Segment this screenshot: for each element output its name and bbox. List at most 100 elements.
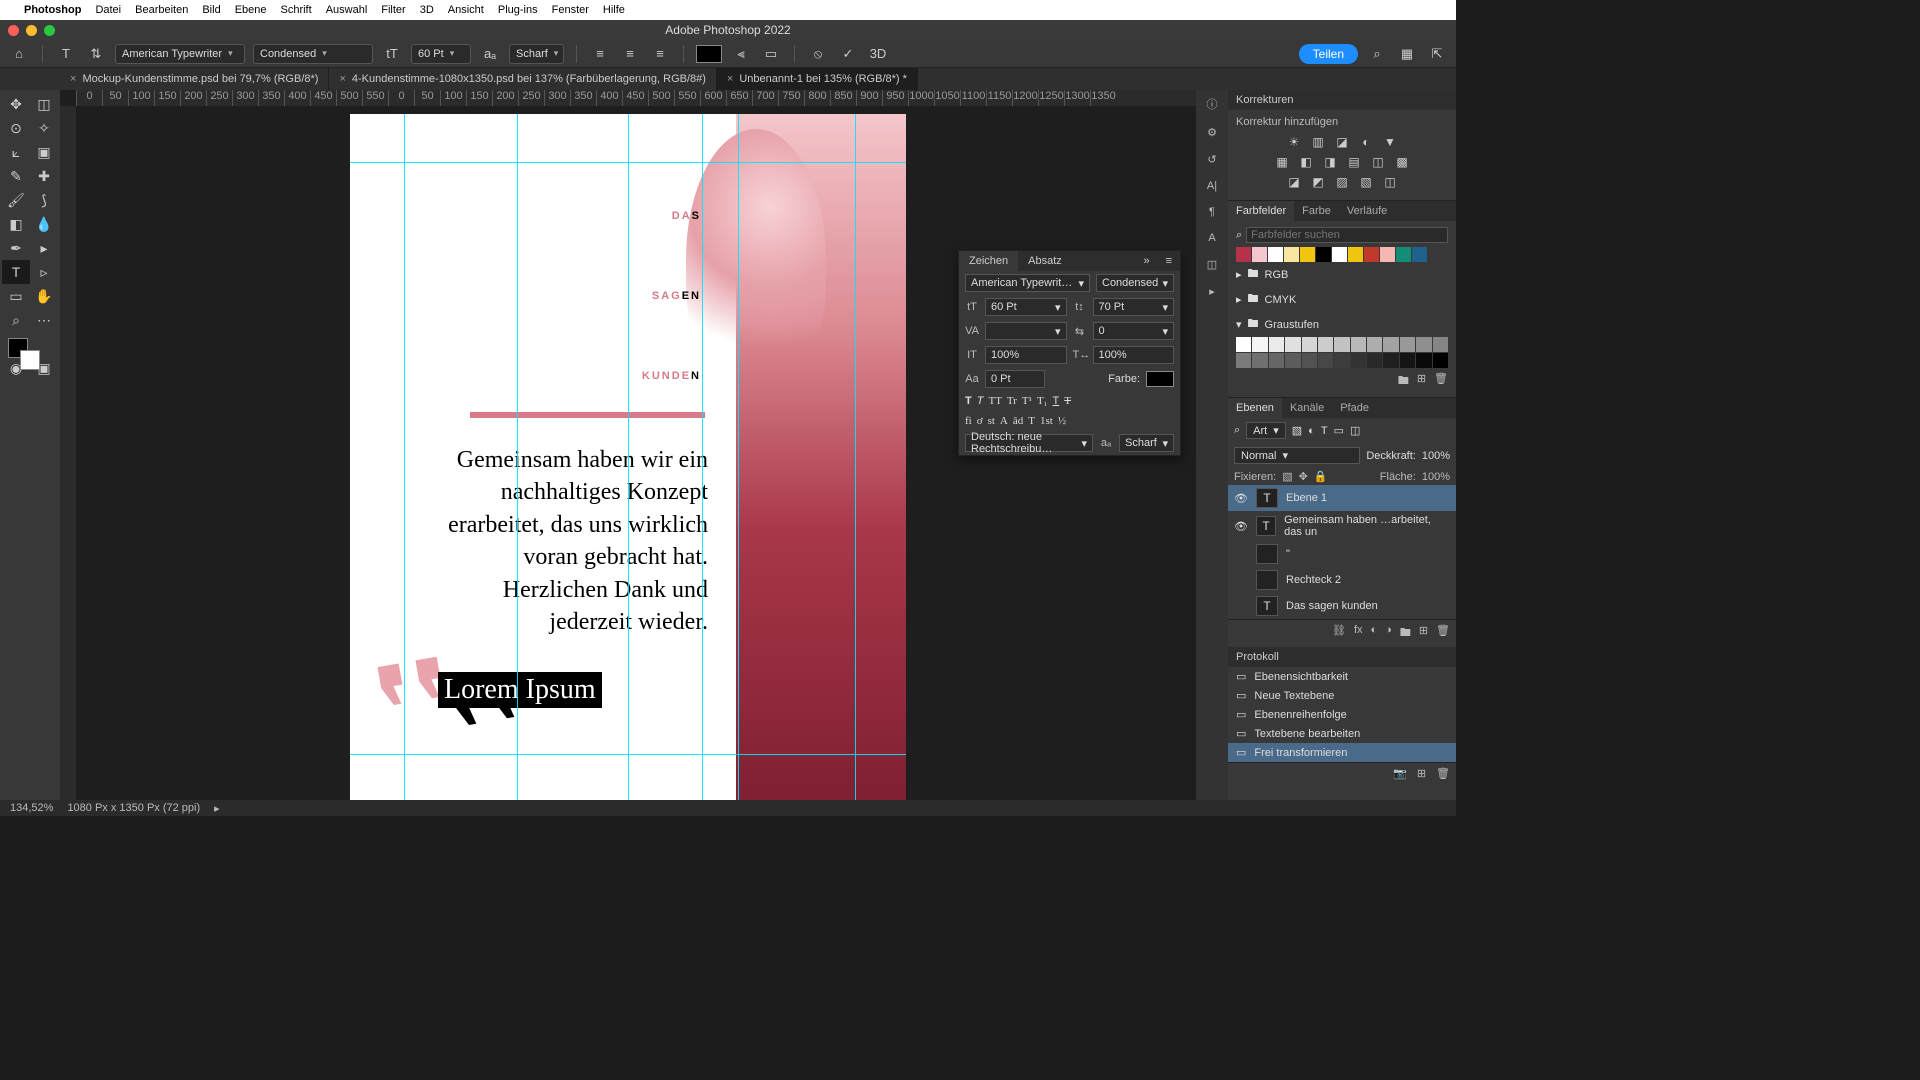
doc-tab[interactable]: ×4-Kundenstimme-1080x1350.psd bei 137% (… (329, 68, 716, 90)
ruler-horizontal[interactable]: 0501001502002503003504004505005500501001… (76, 90, 1196, 106)
gray-swatches[interactable] (1236, 337, 1448, 368)
trash-icon[interactable]: 🗑 (1434, 372, 1448, 391)
swatch-folder[interactable]: ▸🖿CMYK (1236, 287, 1448, 312)
history-list[interactable]: ▭Ebenensichtbarkeit▭Neue Textebene▭Ebene… (1228, 667, 1456, 762)
adjustment-icons-row[interactable]: ☀▥◪◐▼ (1236, 134, 1448, 150)
panel-korrekturen-title[interactable]: Korrekturen (1228, 90, 1456, 110)
commit-icon[interactable]: ✓ (837, 43, 859, 65)
menu-fenster[interactable]: Fenster (552, 4, 589, 16)
panel-leading[interactable]: 70 Pt▾ (1093, 298, 1175, 316)
close-tab-icon[interactable]: × (70, 73, 76, 85)
mask-icon[interactable]: ◐ (1371, 624, 1378, 643)
path-select-icon[interactable]: ▸ (30, 236, 58, 260)
delete-layer-icon[interactable]: 🗑 (1436, 624, 1450, 643)
panel-vscale[interactable]: 100% (985, 346, 1067, 364)
workspace-icon[interactable]: ▦ (1396, 43, 1418, 65)
warp-text-icon[interactable]: ⫷ (730, 43, 752, 65)
menu-auswahl[interactable]: Auswahl (326, 4, 368, 16)
home-icon[interactable]: ⌂ (8, 43, 30, 65)
styles-icon[interactable]: ◫ (1207, 258, 1217, 271)
fill-value[interactable]: 100% (1422, 471, 1450, 483)
filter-pixlayer-icon[interactable]: ▧ (1292, 424, 1302, 437)
guide[interactable] (702, 114, 703, 800)
swatch[interactable] (1252, 247, 1267, 262)
swatch-row[interactable] (1236, 247, 1448, 262)
visibility-icon[interactable]: 👁 (1234, 492, 1248, 505)
mac-menubar[interactable]: Photoshop Datei Bearbeiten Bild Ebene Sc… (0, 0, 1456, 20)
adjustment-icons-row[interactable]: ▦◧◨▤◫▩ (1236, 154, 1448, 170)
artboard-tool-icon[interactable]: ◫ (30, 92, 58, 116)
info-icon[interactable]: ⓘ (1207, 96, 1218, 112)
guide[interactable] (855, 114, 856, 800)
link-icon[interactable]: ⛓ (1332, 624, 1346, 643)
blend-mode-select[interactable]: Normal▾ (1234, 447, 1360, 464)
guide[interactable] (517, 114, 518, 800)
traffic-lights[interactable] (8, 25, 55, 36)
3d-icon[interactable]: 3D (867, 43, 889, 65)
blur-tool-icon[interactable]: 💧 (30, 212, 58, 236)
layer-row[interactable]: " (1228, 541, 1456, 567)
lock-pixels-icon[interactable]: ▧ (1282, 470, 1292, 483)
type-style-buttons[interactable]: TTTTTrT¹T₁TT (959, 391, 1180, 411)
char-icon[interactable]: A| (1207, 180, 1217, 192)
panel-font-style[interactable]: Condensed▾ (1096, 274, 1174, 292)
close-tab-icon[interactable]: × (339, 73, 345, 85)
history-item[interactable]: ▭Textebene bearbeiten (1228, 724, 1456, 743)
canvas[interactable]: 0501001502002503003504004505005500501001… (60, 90, 1196, 800)
layers-list[interactable]: 👁TEbene 1👁TGemeinsam haben …arbeitet, da… (1228, 485, 1456, 619)
direct-select-icon[interactable]: ▹ (30, 260, 58, 284)
close-icon[interactable] (8, 25, 19, 36)
fg-bg-swatch[interactable] (2, 336, 58, 372)
para-icon[interactable]: ¶ (1209, 206, 1215, 218)
eyedropper-tool-icon[interactable]: ✎ (2, 164, 30, 188)
tab-zeichen[interactable]: Zeichen (959, 251, 1018, 271)
opentype-buttons[interactable]: fiơstAādT1st½ (959, 411, 1180, 431)
panel-menu-icon[interactable]: ≡ (1158, 251, 1180, 271)
menu-plugins[interactable]: Plug-ins (498, 4, 538, 16)
export-icon[interactable]: ⇱ (1426, 43, 1448, 65)
zoom-icon[interactable] (44, 25, 55, 36)
lasso-tool-icon[interactable]: ⊙ (2, 116, 30, 140)
heal-tool-icon[interactable]: ✚ (30, 164, 58, 188)
text-color-swatch[interactable] (696, 45, 722, 63)
layer-row[interactable]: 👁TGemeinsam haben …arbeitet, das un (1228, 511, 1456, 541)
lock-all-icon[interactable]: 🔒 (1314, 470, 1328, 483)
tab-ebenen[interactable]: Ebenen (1228, 398, 1282, 418)
layer-row[interactable]: Rechteck 2 (1228, 567, 1456, 593)
hand-tool-icon[interactable]: ✋ (30, 284, 58, 308)
panel-text-color[interactable] (1146, 371, 1174, 387)
history-icon[interactable]: ↺ (1207, 153, 1216, 166)
panel-font-family[interactable]: American Typewrit…▾ (965, 274, 1090, 292)
character-panel-icon[interactable]: ▭ (760, 43, 782, 65)
swatch[interactable] (1332, 247, 1347, 262)
document[interactable]: DAS SAGEN KUNDEN Gemeinsam haben wir ein… (350, 114, 906, 800)
guide[interactable] (350, 162, 906, 163)
app-name[interactable]: Photoshop (24, 4, 81, 16)
adjust-icon[interactable]: ⚙ (1207, 126, 1217, 139)
filter-type-icon[interactable]: T (1321, 425, 1328, 437)
type-tool-icon[interactable]: T (55, 43, 77, 65)
frame-tool-icon[interactable]: ▣ (30, 140, 58, 164)
options-icon[interactable]: ⋯ (30, 308, 58, 332)
new-folder-icon[interactable]: 🖿 (1398, 372, 1409, 391)
guide[interactable] (628, 114, 629, 800)
new-swatch-icon[interactable]: ⊞ (1417, 372, 1426, 391)
menu-schrift[interactable]: Schrift (281, 4, 312, 16)
swatch[interactable] (1364, 247, 1379, 262)
panel-antialias[interactable]: Scharf▾ (1119, 434, 1174, 452)
zoom-tool-icon[interactable]: ⌕ (2, 308, 30, 332)
character-panel[interactable]: Zeichen Absatz » ≡ American Typewrit…▾ C… (958, 250, 1181, 456)
crop-tool-icon[interactable]: ⟀ (2, 140, 30, 164)
wand-tool-icon[interactable]: ✧ (30, 116, 58, 140)
fx-icon[interactable]: fx (1354, 624, 1363, 643)
panel-language[interactable]: Deutsch: neue Rechtschreibu…▾ (965, 434, 1093, 452)
panel-protokoll-title[interactable]: Protokoll (1228, 647, 1456, 667)
menu-ansicht[interactable]: Ansicht (448, 4, 484, 16)
tab-kanale[interactable]: Kanäle (1282, 398, 1332, 418)
history-item[interactable]: ▭Frei transformieren (1228, 743, 1456, 762)
new-doc-icon[interactable]: ⊞ (1417, 767, 1426, 780)
guide[interactable] (404, 114, 405, 800)
zoom-level[interactable]: 134,52% (10, 802, 53, 814)
adjustment-icons-row[interactable]: ◪◩▨▧◫ (1236, 174, 1448, 190)
menu-hilfe[interactable]: Hilfe (603, 4, 625, 16)
